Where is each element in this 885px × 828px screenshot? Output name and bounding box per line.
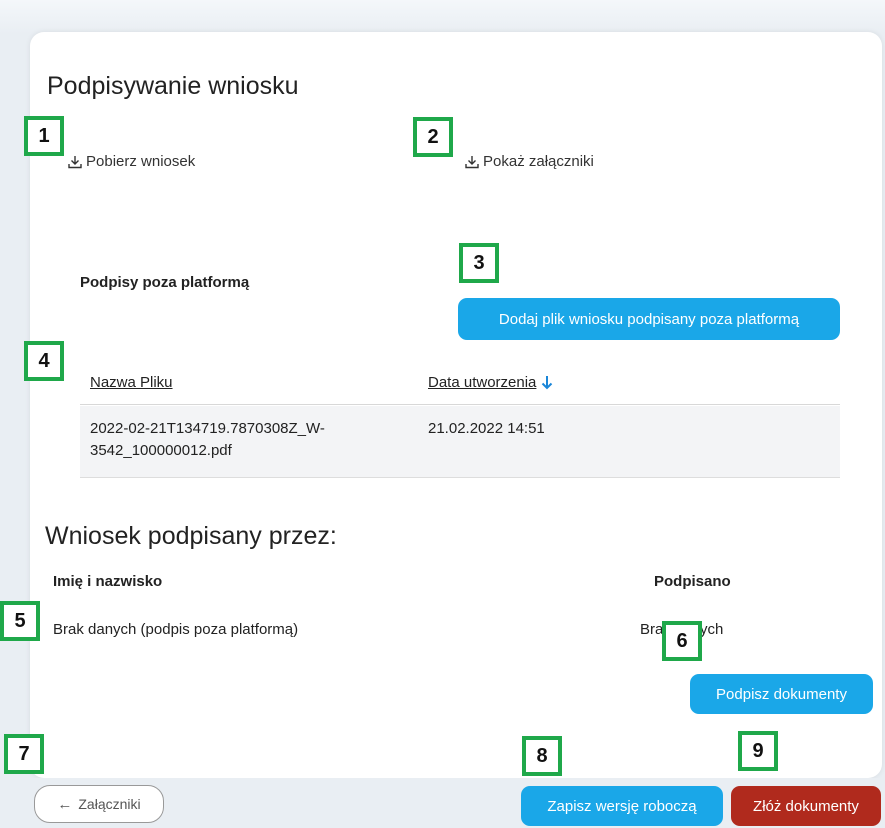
show-attachments-link[interactable]: Pokaż załączniki: [465, 153, 594, 170]
sign-documents-button[interactable]: Podpisz dokumenty: [690, 674, 873, 714]
download-icon: [465, 155, 479, 168]
submit-documents-button[interactable]: Złóż dokumenty: [731, 786, 881, 826]
show-attachments-label: Pokaż załączniki: [483, 153, 594, 170]
back-to-attachments-button[interactable]: ← Załączniki: [34, 785, 164, 823]
annotation-marker: 6: [662, 621, 702, 661]
table-row[interactable]: 2022-02-21T134719.7870308Z_W- 3542_10000…: [80, 406, 840, 478]
column-header-file-name[interactable]: Nazwa Pliku: [90, 374, 173, 391]
signed-by-title: Wniosek podpisany przez:: [45, 522, 337, 550]
signed-column-header: Podpisano: [654, 573, 731, 590]
file-name-line-1: 2022-02-21T134719.7870308Z_W-: [90, 420, 325, 437]
files-table: Nazwa Pliku Data utworzenia 2022-02-21T1…: [80, 350, 840, 478]
created-date-cell: 21.02.2022 14:51: [428, 420, 545, 437]
annotation-marker: 9: [738, 731, 778, 771]
annotation-marker: 5: [0, 601, 40, 641]
column-header-created-date[interactable]: Data utworzenia: [428, 374, 554, 391]
page-title: Podpisywanie wniosku: [47, 72, 299, 100]
table-header-row: Nazwa Pliku Data utworzenia: [80, 350, 840, 405]
background-top-strip: [0, 0, 885, 34]
annotation-marker: 3: [459, 243, 499, 283]
signer-name-value: Brak danych (podpis poza platformą): [53, 621, 299, 638]
sort-down-arrow-icon: [542, 375, 553, 389]
outside-signatures-label: Podpisy poza platformą: [80, 274, 250, 291]
download-application-label: Pobierz wniosek: [86, 153, 196, 170]
name-column-header: Imię i nazwisko: [53, 573, 163, 590]
annotation-marker: 1: [24, 116, 64, 156]
file-name-line-2: 3542_100000012.pdf: [90, 442, 232, 459]
column-header-created-date-label: Data utworzenia: [428, 374, 537, 391]
file-name-cell: 2022-02-21T134719.7870308Z_W- 3542_10000…: [90, 418, 325, 462]
annotation-marker: 4: [24, 341, 64, 381]
add-outside-signed-file-button[interactable]: Dodaj plik wniosku podpisany poza platfo…: [458, 298, 840, 340]
download-application-link[interactable]: Pobierz wniosek: [68, 153, 195, 170]
download-icon: [68, 155, 82, 168]
annotation-marker: 8: [522, 736, 562, 776]
back-button-label: Załączniki: [78, 796, 141, 812]
annotation-marker: 7: [4, 734, 44, 774]
arrow-left-icon: ←: [57, 795, 73, 813]
annotation-marker: 2: [413, 117, 453, 157]
save-draft-button[interactable]: Zapisz wersję roboczą: [521, 786, 723, 826]
